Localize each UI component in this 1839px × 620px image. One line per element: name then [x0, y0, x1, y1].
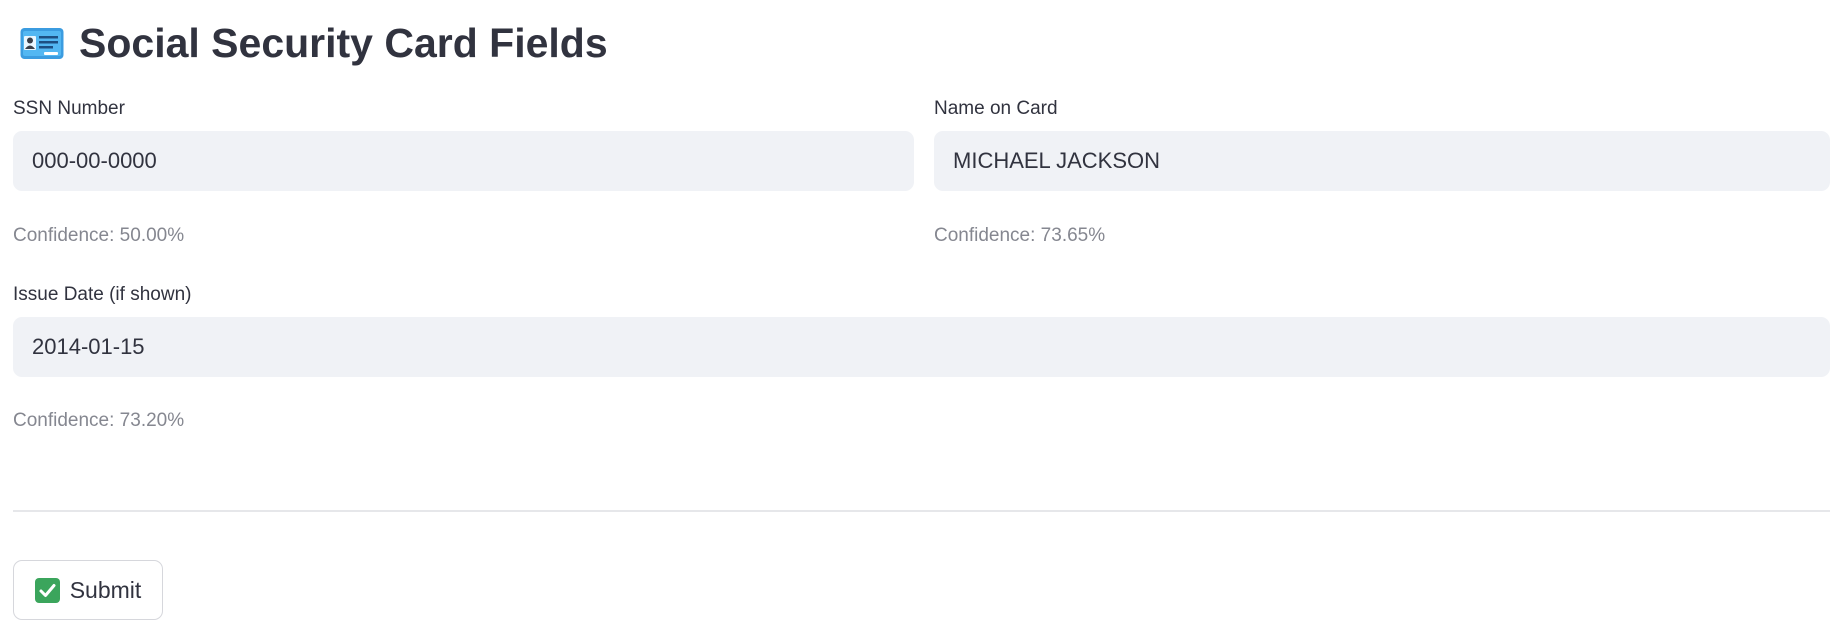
divider — [13, 510, 1830, 512]
ssn-confidence: Confidence: 50.00% — [13, 225, 185, 246]
name-input[interactable]: MICHAEL JACKSON — [934, 131, 1830, 191]
page-title: Social Security Card Fields — [79, 19, 608, 66]
submit-button[interactable]: Submit — [13, 560, 163, 620]
ssn-input[interactable]: 000-00-0000 — [13, 131, 914, 191]
submit-label: Submit — [69, 576, 142, 603]
name-field-group: Name on Card MICHAEL JACKSON — [934, 96, 1830, 191]
name-confidence: Confidence: 73.65% — [934, 225, 1106, 246]
id-card-icon — [20, 27, 64, 60]
issue-date-label: Issue Date (if shown) — [13, 284, 192, 305]
issue-date-confidence: Confidence: 73.20% — [13, 410, 185, 431]
page-header: Social Security Card Fields — [20, 14, 608, 72]
check-mark-icon — [34, 577, 60, 603]
ssn-field-group: SSN Number 000-00-0000 — [13, 96, 914, 191]
issue-date-input[interactable]: 2014-01-15 — [13, 317, 1830, 377]
ssn-label: SSN Number — [13, 98, 125, 119]
issue-date-field-group: Issue Date (if shown) 2014-01-15 — [13, 282, 1830, 377]
name-label: Name on Card — [934, 98, 1058, 119]
form-page: Social Security Card Fields SSN Number 0… — [13, 0, 1830, 620]
